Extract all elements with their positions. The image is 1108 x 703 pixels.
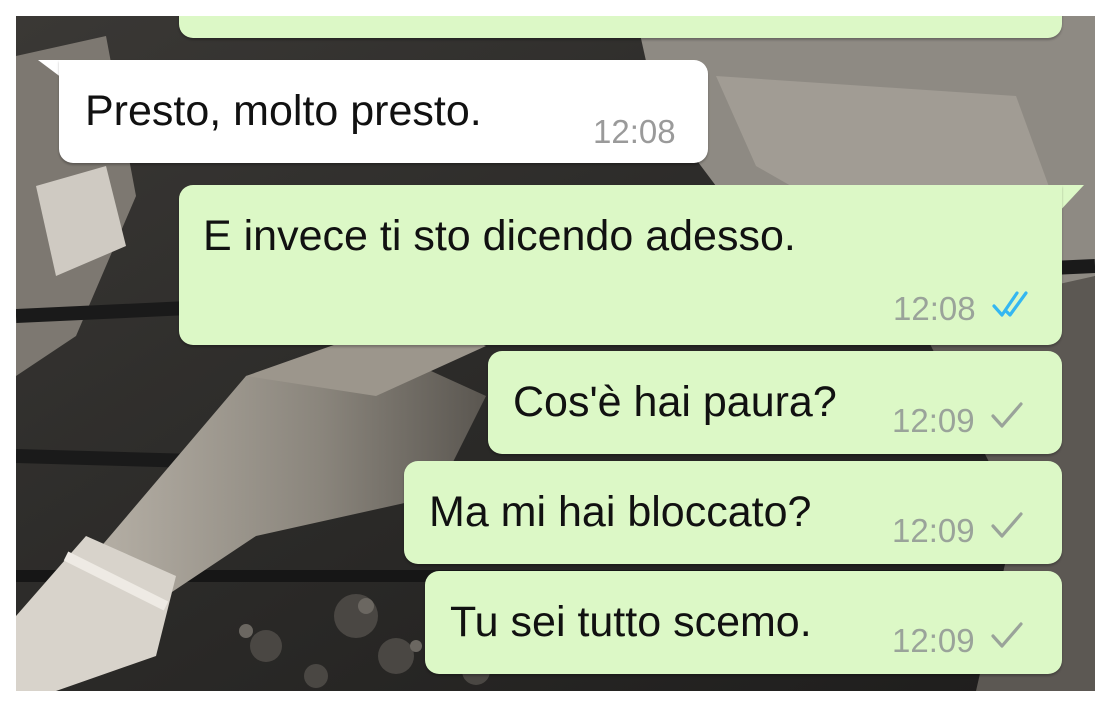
message-time: 12:08 [893,290,976,327]
message-bubble-outgoing[interactable] [179,16,1062,38]
message-time: 12:09 [892,402,975,439]
message-bubble-outgoing[interactable]: Cos'è hai paura? 12:09 [488,351,1062,454]
message-time: 12:09 [892,512,975,549]
single-check-icon [991,402,1023,428]
message-text: Presto, molto presto. [85,87,482,135]
chat-view: Presto, molto presto. 12:08 E invece ti … [16,16,1095,691]
message-bubble-outgoing[interactable]: Tu sei tutto scemo. 12:09 [425,571,1062,674]
single-check-icon [991,622,1023,648]
message-text: Cos'è hai paura? [513,378,837,426]
message-bubble-outgoing[interactable]: Ma mi hai bloccato? 12:09 [404,461,1062,564]
message-text: Tu sei tutto scemo. [450,598,812,646]
message-bubble-outgoing[interactable]: E invece ti sto dicendo adesso. 12:08 [179,185,1062,345]
message-bubble-incoming[interactable]: Presto, molto presto. 12:08 [59,60,708,163]
single-check-icon [991,512,1023,538]
double-check-icon [992,291,1028,317]
message-text: Ma mi hai bloccato? [429,488,812,536]
message-time: 12:09 [892,622,975,659]
message-text: E invece ti sto dicendo adesso. [203,212,796,260]
message-time: 12:08 [593,113,676,150]
